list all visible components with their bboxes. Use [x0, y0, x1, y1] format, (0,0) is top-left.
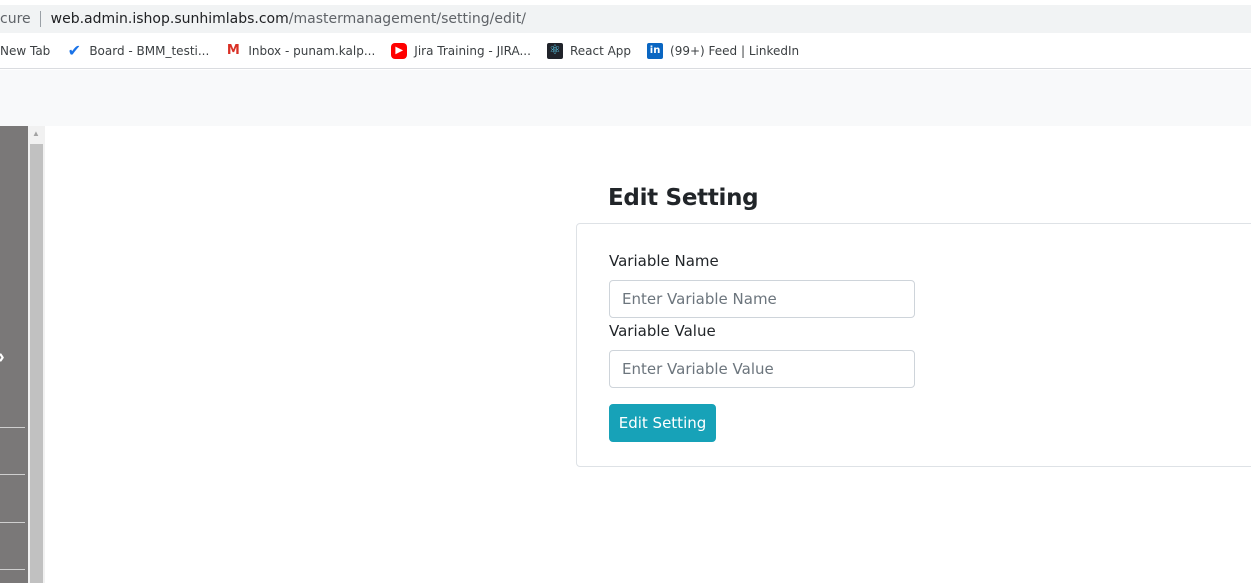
address-bar[interactable]: cure web.admin.ishop.sunhimlabs.com/mast… — [0, 5, 1251, 33]
bookmark-label: Inbox - punam.kalp... — [248, 43, 376, 58]
bookmark-label: (99+) Feed | LinkedIn — [670, 43, 800, 58]
security-label[interactable]: cure — [0, 11, 31, 27]
bookmark-board[interactable]: ✔ Board - BMM_testi... — [66, 41, 210, 60]
edit-setting-button[interactable]: Edit Setting — [609, 404, 716, 442]
react-icon: ⚛ — [546, 42, 563, 59]
url-path[interactable]: /mastermanagement/setting/edit/ — [289, 11, 526, 27]
bookmark-label: Jira Training - JIRA... — [414, 43, 531, 58]
variable-value-label: Variable Value — [609, 322, 716, 340]
linkedin-icon: in — [647, 42, 664, 59]
sidebar: › — [0, 126, 28, 583]
chevron-right-icon[interactable]: › — [0, 346, 5, 369]
youtube-icon: ▶ — [391, 42, 408, 59]
variable-name-label: Variable Name — [609, 252, 719, 270]
bookmark-inbox[interactable]: M Inbox - punam.kalp... — [225, 43, 375, 59]
variable-value-input[interactable] — [609, 350, 915, 388]
address-divider — [39, 11, 41, 27]
app-header — [0, 70, 1251, 126]
bookmark-label: React App — [569, 43, 632, 58]
sidebar-scrollbar[interactable]: ▲ — [28, 126, 45, 583]
bookmark-jira-training[interactable]: ▶ Jira Training - JIRA... — [391, 42, 531, 59]
url-host[interactable]: web.admin.ishop.sunhimlabs.com — [51, 11, 289, 27]
page-title: Edit Setting — [608, 185, 759, 211]
sidebar-divider — [0, 522, 25, 523]
bookmark-label: Board - BMM_testi... — [89, 43, 210, 58]
sidebar-divider — [0, 569, 25, 570]
sidebar-divider — [0, 474, 25, 475]
bookmark-label: New Tab — [0, 43, 51, 58]
scrollbar-thumb[interactable] — [30, 144, 43, 583]
board-icon: ✔ — [67, 41, 82, 60]
gmail-icon: M — [226, 43, 240, 58]
scroll-up-arrow-icon[interactable]: ▲ — [32, 129, 40, 138]
bookmarks-bar: New Tab ✔ Board - BMM_testi... M Inbox -… — [0, 33, 1251, 69]
bookmark-linkedin[interactable]: in (99+) Feed | LinkedIn — [647, 42, 800, 59]
sidebar-divider — [0, 427, 25, 428]
bookmark-react-app[interactable]: ⚛ React App — [546, 42, 632, 59]
variable-name-input[interactable] — [609, 280, 915, 318]
bookmark-new-tab[interactable]: New Tab — [0, 44, 50, 58]
